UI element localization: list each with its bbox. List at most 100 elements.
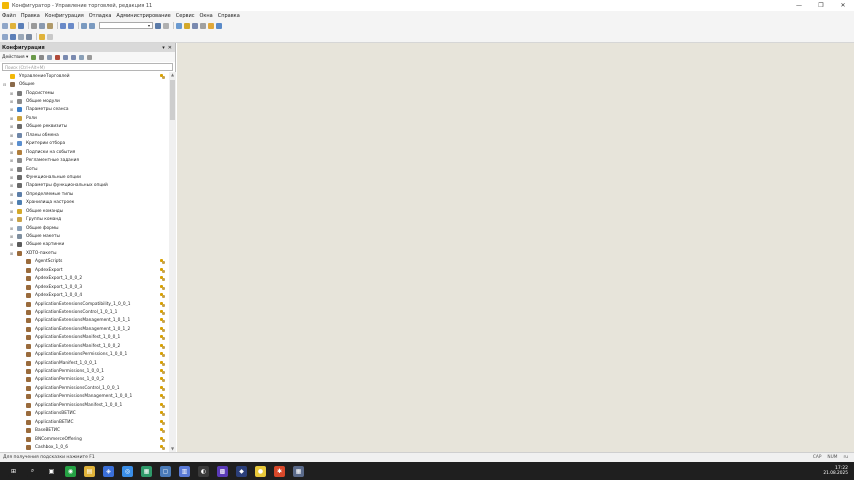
- menu-configuration[interactable]: Конфигурация: [45, 13, 84, 19]
- windows-start-icon[interactable]: ⊞: [8, 465, 19, 477]
- start-debug-icon[interactable]: [39, 33, 45, 40]
- paste-icon[interactable]: [47, 22, 53, 29]
- file-explorer-icon[interactable]: ▤: [84, 465, 95, 477]
- tree-leaf-xdto[interactable]: Cashbox_1_0_6: [0, 443, 168, 451]
- tree-leaf-xdto[interactable]: ApplicationВЕТИС: [0, 418, 168, 426]
- app-red-icon[interactable]: ✱: [274, 465, 285, 477]
- edit-icon[interactable]: [39, 54, 45, 60]
- tree-leaf-xdto[interactable]: ApplicationPermissionsManagement_1_0_0_1: [0, 393, 168, 401]
- tree-leaf-xdto[interactable]: ApplicationPermissions_1_0_0_2: [0, 376, 168, 384]
- tree-leaf-xdto[interactable]: ApplicationsВЕТИС: [0, 410, 168, 418]
- list-icon[interactable]: [192, 22, 198, 29]
- open-file-icon[interactable]: [10, 22, 16, 29]
- expand-toggle-icon[interactable]: ⊞: [9, 251, 14, 256]
- expand-toggle-icon[interactable]: ⊞: [9, 91, 14, 96]
- tree-node[interactable]: ⊞ XDTO-пакеты: [0, 249, 168, 257]
- expand-toggle-icon[interactable]: ⊞: [9, 200, 14, 205]
- syntax-helper-icon[interactable]: [208, 22, 214, 29]
- save-icon[interactable]: [18, 22, 24, 29]
- menu-windows[interactable]: Окна: [199, 13, 212, 19]
- options-icon[interactable]: [200, 22, 206, 29]
- task-view-icon[interactable]: ▣: [46, 465, 57, 477]
- tree-leaf-xdto[interactable]: ApplicationExtensionsManagement_1_0_1_1: [0, 317, 168, 325]
- expand-toggle-icon[interactable]: ⊞: [9, 158, 14, 163]
- expand-toggle-icon[interactable]: ⊞: [9, 133, 14, 138]
- help-icon[interactable]: [216, 22, 222, 29]
- redo-icon[interactable]: [68, 22, 74, 29]
- expand-toggle-icon[interactable]: ⊞: [9, 217, 14, 222]
- tree-node[interactable]: ⊞ Боты: [0, 165, 168, 173]
- tree-node[interactable]: ⊞ Критерии отбора: [0, 140, 168, 148]
- tree-node[interactable]: ⊞ Планы обмена: [0, 131, 168, 139]
- tree-leaf-xdto[interactable]: ApdexExport_1_0_0_2: [0, 275, 168, 283]
- expand-toggle-icon[interactable]: ⊞: [9, 226, 14, 231]
- copy-icon[interactable]: [47, 54, 53, 60]
- chrome-icon[interactable]: ◎: [122, 465, 133, 477]
- tree-leaf-xdto[interactable]: ApplicationExtensionsCompatibility_1_0_0…: [0, 300, 168, 308]
- expand-toggle-icon[interactable]: ⊞: [9, 99, 14, 104]
- menu-administration[interactable]: Администрирование: [116, 13, 170, 19]
- tree-leaf-xdto[interactable]: ApplicationPermissionsManifest_1_0_0_1: [0, 401, 168, 409]
- tree-leaf-xdto[interactable]: ApplicationPermissions_1_0_0_1: [0, 367, 168, 375]
- toolbar-search-input[interactable]: ▾: [99, 22, 153, 29]
- tree-node[interactable]: ⊞ Параметры функциональных опций: [0, 182, 168, 190]
- expand-toggle-icon[interactable]: ⊞: [9, 209, 14, 214]
- app-blue-icon[interactable]: ◈: [103, 465, 114, 477]
- scroll-thumb[interactable]: [170, 80, 175, 120]
- expand-toggle-icon[interactable]: ⊞: [9, 234, 14, 239]
- tree-node[interactable]: ⊞ Функциональные опции: [0, 173, 168, 181]
- tree-node[interactable]: ⊞ Подсистемы: [0, 89, 168, 97]
- tool-icon[interactable]: [184, 22, 190, 29]
- search-go-icon[interactable]: [155, 22, 161, 29]
- expand-toggle-icon[interactable]: ⊞: [9, 107, 14, 112]
- find-icon[interactable]: [81, 22, 87, 29]
- expand-toggle-icon[interactable]: ⊞: [9, 242, 14, 247]
- config-repo-icon[interactable]: [18, 33, 24, 40]
- delete-icon[interactable]: [55, 54, 61, 60]
- tree-leaf-xdto[interactable]: ApplicationManifest_1_0_0_1: [0, 359, 168, 367]
- app-yellow-icon[interactable]: ●: [255, 465, 266, 477]
- menu-file[interactable]: Файл: [2, 13, 16, 19]
- tree-leaf-xdto[interactable]: ApdexExport_1_0_0_4: [0, 291, 168, 299]
- expand-toggle-icon[interactable]: ⊞: [9, 183, 14, 188]
- expand-toggle-icon[interactable]: ⊞: [9, 175, 14, 180]
- app-window-icon[interactable]: ▢: [160, 465, 171, 477]
- debug-options-icon[interactable]: [47, 33, 53, 40]
- expand-toggle-icon[interactable]: ⊟: [2, 82, 7, 87]
- app-navy-icon[interactable]: ◆: [236, 465, 247, 477]
- tree-node[interactable]: ⊞ Параметры сеанса: [0, 106, 168, 114]
- minimize-button[interactable]: —: [788, 2, 810, 9]
- tree-leaf-xdto[interactable]: ApplicationExtensionsControl_1_0_1_1: [0, 308, 168, 316]
- dropdown-icon[interactable]: [163, 22, 169, 29]
- tree-scrollbar[interactable]: ▲ ▼: [169, 72, 176, 452]
- scroll-up-icon[interactable]: ▲: [169, 72, 176, 78]
- tree-node[interactable]: ⊞ Общие реквизиты: [0, 123, 168, 131]
- find-next-icon[interactable]: [89, 22, 95, 29]
- tree-node[interactable]: ⊞ Группы команд: [0, 215, 168, 223]
- tree-node[interactable]: ⊞ Общие макеты: [0, 232, 168, 240]
- open-config-icon[interactable]: [2, 33, 8, 40]
- tree-leaf-xdto[interactable]: ApdexExport_1_0_0_3: [0, 283, 168, 291]
- tree-node[interactable]: ⊞ Общие модули: [0, 97, 168, 105]
- save-icon[interactable]: ▥: [179, 465, 190, 477]
- tree-leaf-xdto[interactable]: ApdexExport: [0, 266, 168, 274]
- app-green-icon[interactable]: ▦: [141, 465, 152, 477]
- maximize-button[interactable]: ❐: [810, 2, 832, 9]
- expand-toggle-icon[interactable]: ⊞: [9, 141, 14, 146]
- update-db-icon[interactable]: [10, 33, 16, 40]
- tree-leaf-xdto[interactable]: ApplicationPermissionsControl_1_0_0_1: [0, 384, 168, 392]
- menu-help[interactable]: Справка: [218, 13, 240, 19]
- tree-node[interactable]: ⊞ Роли: [0, 114, 168, 122]
- system-tray-clock[interactable]: 17:22 21.08.2025: [823, 466, 854, 476]
- app-dark-icon[interactable]: ◐: [198, 465, 209, 477]
- filter-icon[interactable]: [87, 54, 93, 60]
- tree-leaf-xdto[interactable]: BaseВЕТИС: [0, 426, 168, 434]
- calculator-icon[interactable]: ▦: [293, 465, 304, 477]
- move-up-icon[interactable]: [63, 54, 69, 60]
- tree-leaf-xdto[interactable]: BNCommerceOffering: [0, 435, 168, 443]
- expand-toggle-icon[interactable]: ⊞: [9, 124, 14, 129]
- tree-node[interactable]: ⊞ Определяемые типы: [0, 190, 168, 198]
- close-button[interactable]: ✕: [832, 2, 854, 9]
- chevron-down-icon[interactable]: ▾: [146, 23, 152, 28]
- window-icon[interactable]: [176, 22, 182, 29]
